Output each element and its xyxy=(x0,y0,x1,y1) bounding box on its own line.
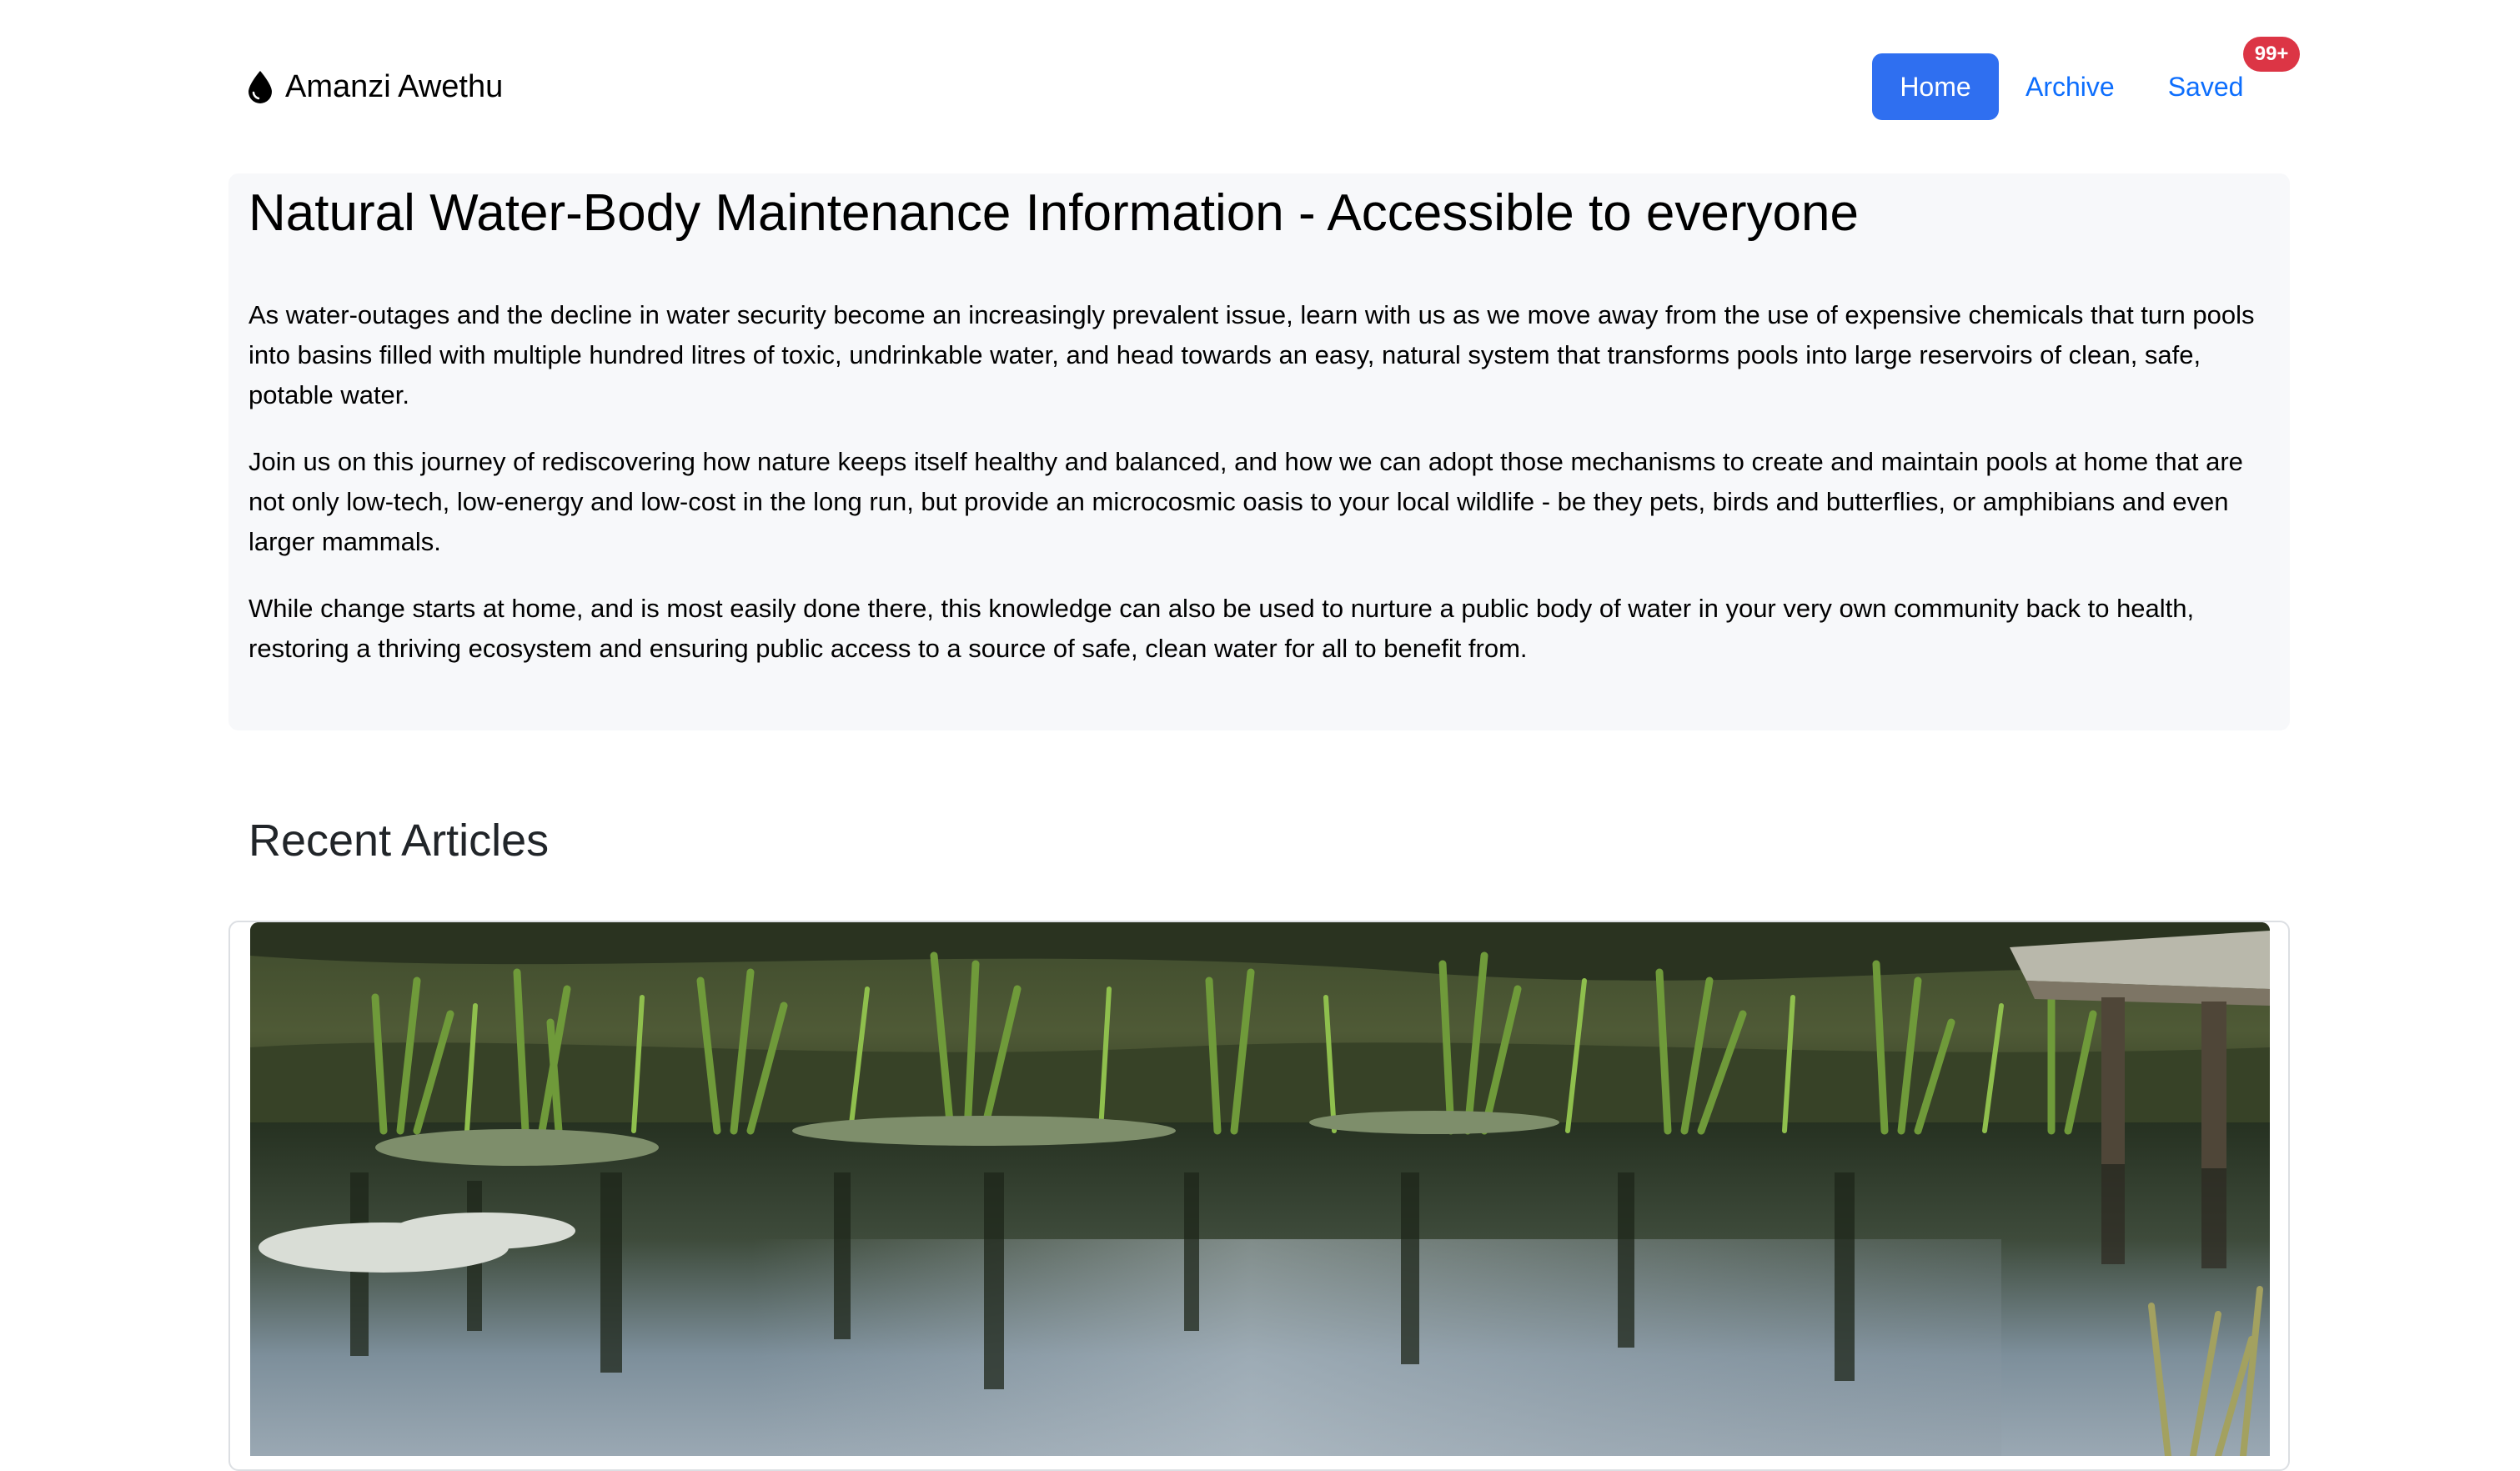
intro-panel: Natural Water-Body Maintenance Informati… xyxy=(228,173,2290,730)
intro-paragraph: Join us on this journey of rediscovering… xyxy=(248,447,2243,556)
navbar: Amanzi Awethu Home Archive Saved 99+ xyxy=(0,0,2520,167)
brand-link[interactable]: Amanzi Awethu xyxy=(247,63,503,110)
nav-archive-label: Archive xyxy=(2026,72,2115,102)
nav-home-link[interactable]: Home xyxy=(1872,53,1999,120)
article-image-pond[interactable] xyxy=(250,922,2270,1456)
nav-saved-label: Saved xyxy=(2167,72,2244,102)
intro-paragraph: While change starts at home, and is most… xyxy=(248,594,2195,663)
intro-paragraph: As water-outages and the decline in wate… xyxy=(248,300,2255,409)
recent-articles-heading: Recent Articles xyxy=(248,816,550,866)
main-nav: Home Archive Saved 99+ xyxy=(1872,37,2301,120)
nav-archive-link[interactable]: Archive xyxy=(1999,53,2141,120)
nav-home-label: Home xyxy=(1900,72,1971,102)
page-title: Natural Water-Body Maintenance Informati… xyxy=(248,184,1859,242)
article-card[interactable] xyxy=(228,921,2290,1471)
saved-count-badge: 99+ xyxy=(2242,37,2301,72)
water-drop-icon xyxy=(247,70,274,103)
brand-name: Amanzi Awethu xyxy=(285,69,504,104)
nav-saved-link[interactable]: Saved 99+ xyxy=(2141,37,2301,120)
